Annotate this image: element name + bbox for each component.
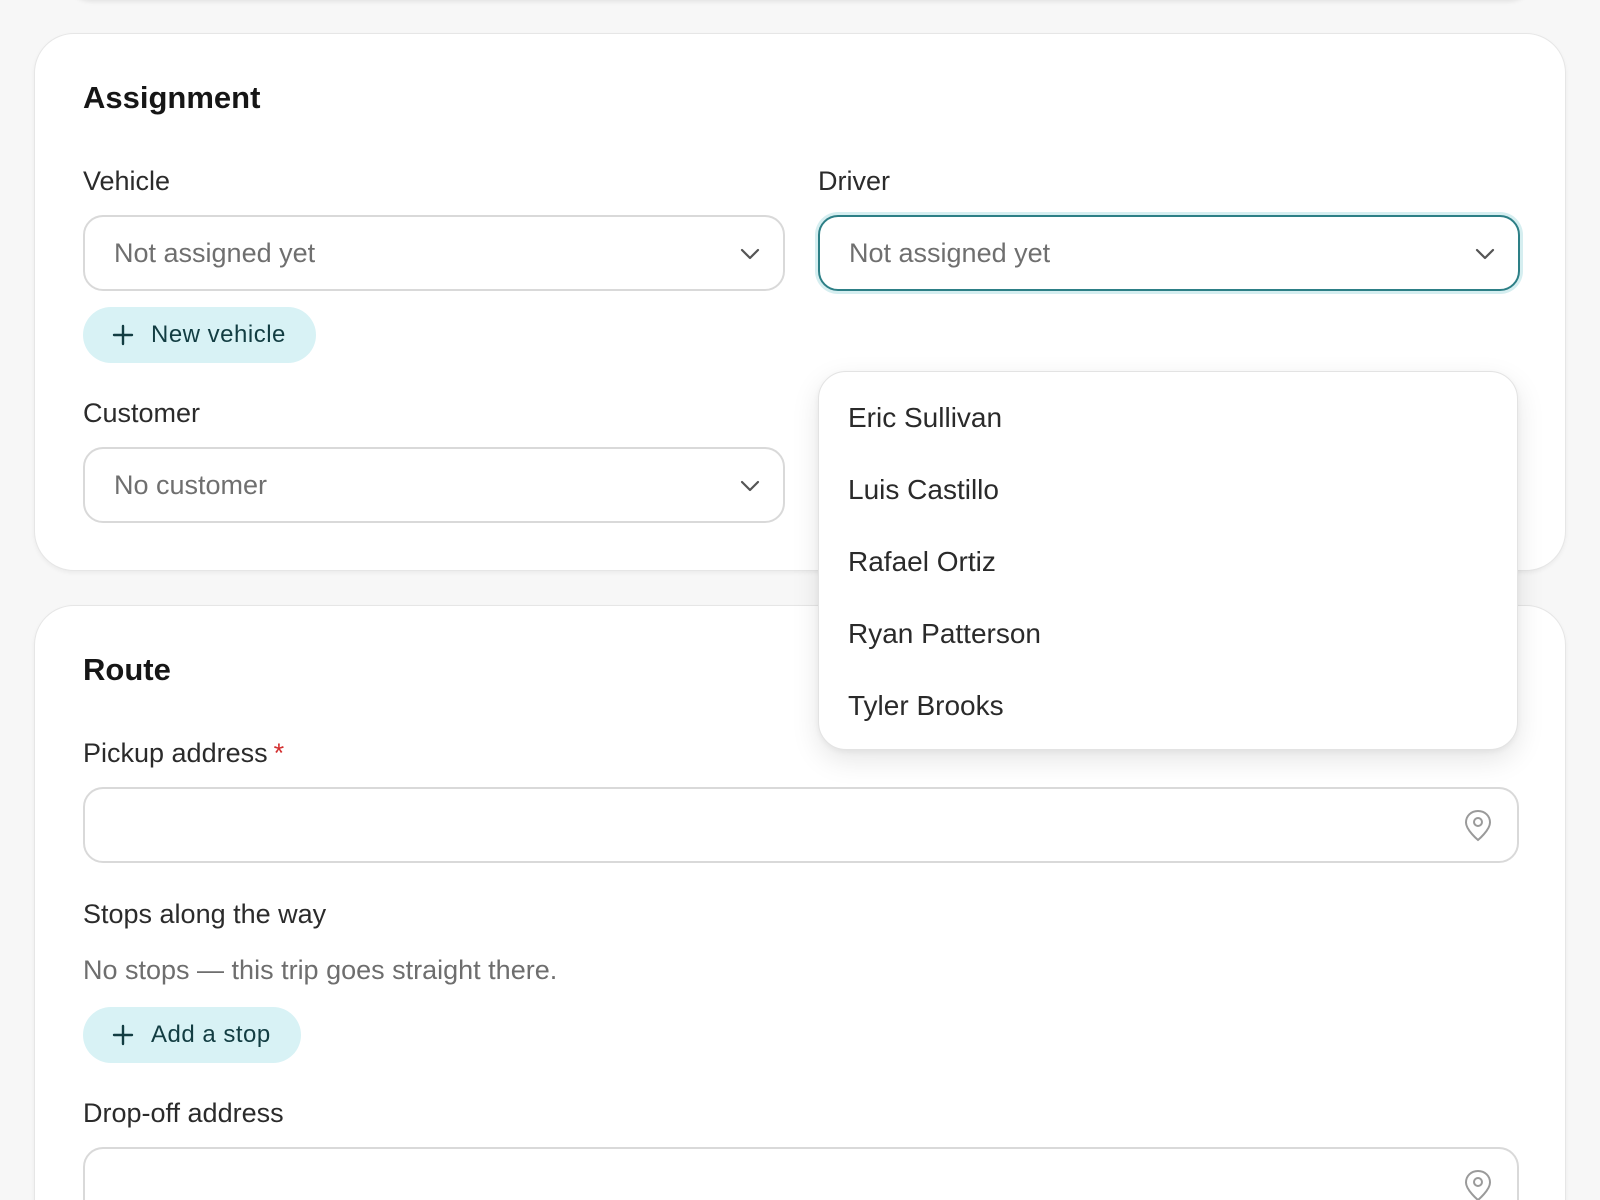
trip-form-page: Assignment Vehicle Not assigned yet Driv… xyxy=(0,0,1600,1200)
vehicle-label: Vehicle xyxy=(83,166,171,196)
chevron-down-icon xyxy=(1475,248,1495,260)
customer-select[interactable]: No customer xyxy=(83,447,785,523)
map-pin-icon xyxy=(1464,1169,1492,1200)
no-stops-text: No stops — this trip goes straight there… xyxy=(83,955,558,985)
driver-dropdown-menu: Eric Sullivan Luis Castillo Rafael Ortiz… xyxy=(818,371,1518,750)
driver-option[interactable]: Rafael Ortiz xyxy=(819,526,1517,598)
driver-select[interactable]: Not assigned yet xyxy=(818,215,1520,291)
new-vehicle-button[interactable]: New vehicle xyxy=(83,307,316,363)
plus-icon xyxy=(112,1024,134,1046)
new-vehicle-label: New vehicle xyxy=(151,321,286,348)
pickup-address-label: Pickup address * xyxy=(83,738,284,769)
assignment-title: Assignment xyxy=(83,80,261,115)
plus-icon xyxy=(112,324,134,346)
customer-label: Customer xyxy=(83,398,201,428)
vehicle-select[interactable]: Not assigned yet xyxy=(83,215,785,291)
add-stop-button[interactable]: Add a stop xyxy=(83,1007,301,1063)
driver-option[interactable]: Tyler Brooks xyxy=(819,670,1517,742)
pickup-address-label-text: Pickup address xyxy=(83,738,268,768)
driver-label: Driver xyxy=(818,166,890,196)
stops-label: Stops along the way xyxy=(83,899,327,929)
driver-option[interactable]: Eric Sullivan xyxy=(819,382,1517,454)
pickup-address-input[interactable] xyxy=(83,787,1519,863)
chevron-down-icon xyxy=(740,248,760,260)
driver-option[interactable]: Luis Castillo xyxy=(819,454,1517,526)
vehicle-select-value: Not assigned yet xyxy=(114,237,316,268)
chevron-down-icon xyxy=(740,480,760,492)
driver-select-value: Not assigned yet xyxy=(849,237,1051,268)
dropoff-address-label: Drop-off address xyxy=(83,1098,284,1128)
route-title: Route xyxy=(83,652,171,687)
driver-option[interactable]: Ryan Patterson xyxy=(819,598,1517,670)
dropoff-address-input[interactable] xyxy=(83,1147,1519,1200)
add-stop-label: Add a stop xyxy=(151,1021,271,1048)
map-pin-icon xyxy=(1464,809,1492,842)
customer-select-value: No customer xyxy=(114,469,268,500)
required-indicator: * xyxy=(273,738,285,768)
